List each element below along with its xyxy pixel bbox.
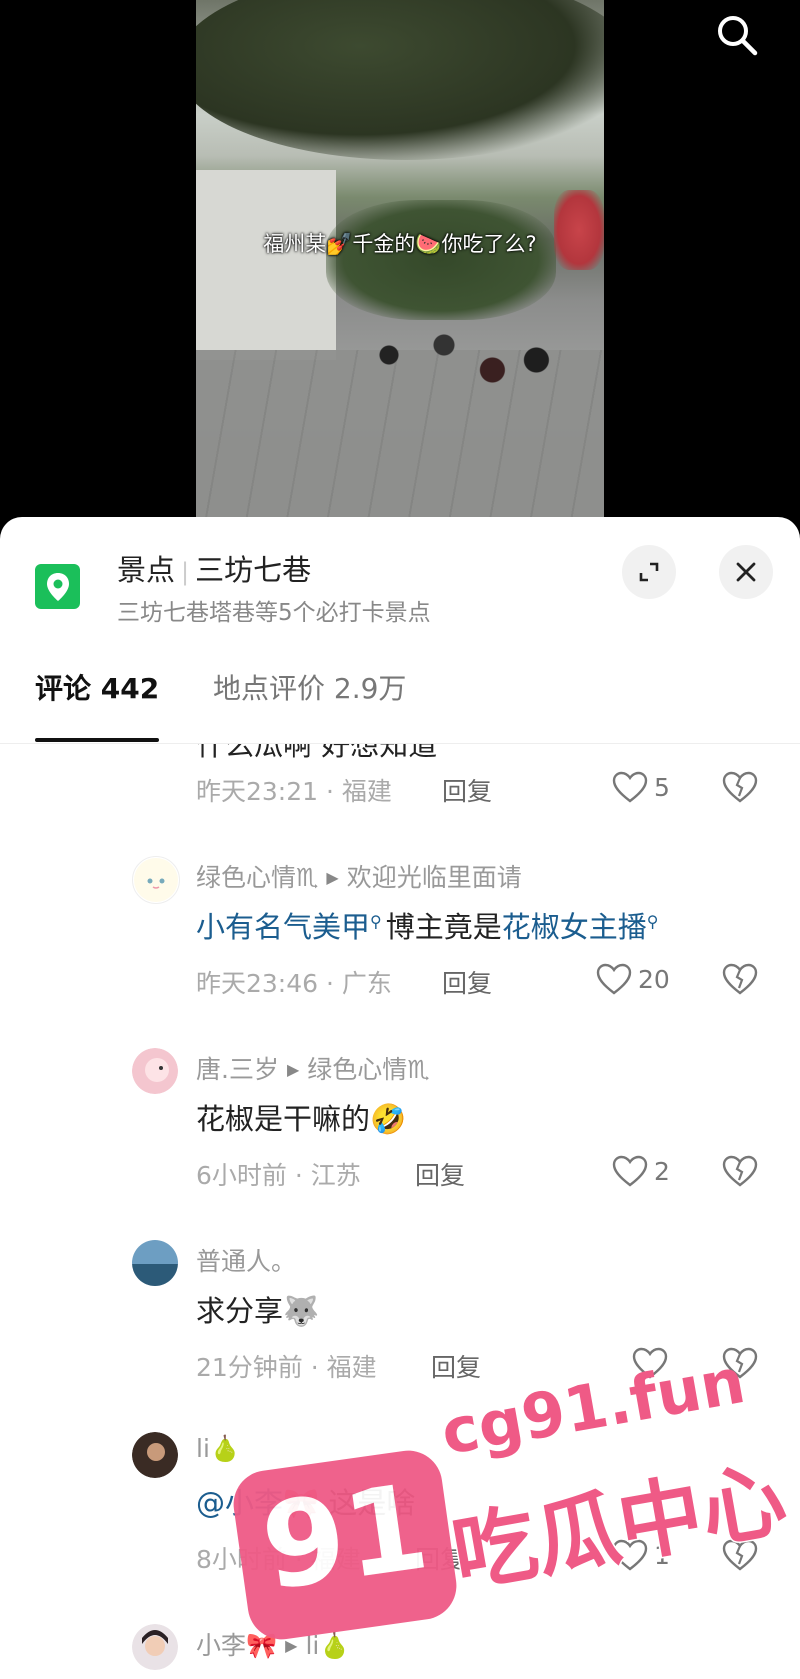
tab-comments[interactable]: 评论 442 xyxy=(35,667,159,707)
search-small-icon: ⚲ xyxy=(646,912,659,931)
reply-to-user: 绿色心情♏ xyxy=(307,1055,430,1084)
like-count: 2 xyxy=(654,1156,670,1186)
search-icon xyxy=(718,16,758,56)
active-tab-indicator xyxy=(35,738,159,742)
location-name: 三坊七巷 xyxy=(195,553,312,587)
tab-location-reviews[interactable]: 地点评价 2.9万 xyxy=(213,667,406,707)
search-keyword-link[interactable]: 小有名气美甲 xyxy=(196,910,370,944)
close-icon xyxy=(736,562,756,582)
comment-meta: 21分钟前 · 福建 xyxy=(196,1353,377,1382)
location-pin-icon xyxy=(35,564,80,609)
reply-button[interactable]: 回复 xyxy=(415,1156,465,1192)
comment-text: 小有名气美甲⚲ 博主竟是花椒女主播⚲ xyxy=(196,904,662,946)
expand-icon xyxy=(639,562,659,582)
like-button[interactable]: 1 xyxy=(612,1537,670,1573)
comment-text-segment: 这是啥 xyxy=(319,1486,416,1520)
location-category: 景点 xyxy=(117,553,176,587)
search-keyword-link[interactable]: 花椒女主播 xyxy=(502,910,647,944)
video-caption: 福州某💅千金的🍉你吃了么? xyxy=(263,232,537,256)
avatar[interactable] xyxy=(132,1048,178,1094)
heart-icon xyxy=(612,1155,648,1187)
reply-arrow-icon: ▶ xyxy=(326,868,339,887)
reply-to-user: li🍐 xyxy=(305,1631,351,1660)
location-comments-sheet: 景点 | 三坊七巷 三坊七巷塔巷等5个必打卡景点 评论 442 地点评价 2.9万 … xyxy=(0,517,800,1679)
reply-arrow-icon: ▶ xyxy=(285,1636,298,1655)
avatar[interactable] xyxy=(132,1240,178,1286)
comment-meta: 昨天23:21 · 福建 xyxy=(196,777,392,806)
location-title[interactable]: 景点 | 三坊七巷 xyxy=(117,547,311,589)
comment-username[interactable]: 绿色心情♏ ▶ 欢迎光临里面请 xyxy=(196,858,522,894)
username: 绿色心情♏ xyxy=(196,863,319,892)
avatar[interactable] xyxy=(132,856,180,904)
comment-text: 花椒是干嘛的🤣 xyxy=(196,1102,407,1136)
like-button[interactable] xyxy=(632,1345,674,1381)
comment-meta: 6小时前 · 江苏 xyxy=(196,1161,361,1190)
comment-text: 什么瓜啊 好想知道 xyxy=(196,744,438,762)
search-small-icon: ⚲ xyxy=(370,912,382,931)
comment-meta: 昨天23:46 · 广东 xyxy=(196,969,392,998)
comment-meta: 8小时前 · 福建 xyxy=(196,1545,361,1574)
broken-heart-icon[interactable] xyxy=(722,1537,758,1573)
heart-icon xyxy=(612,1539,648,1571)
heart-icon xyxy=(612,771,648,803)
heart-icon xyxy=(596,963,632,995)
comment-username[interactable]: li🍐 xyxy=(196,1434,241,1464)
broken-heart-icon[interactable] xyxy=(722,769,758,805)
username: 唐.三岁 xyxy=(196,1055,279,1084)
like-button[interactable]: 2 xyxy=(612,1153,670,1189)
expand-button[interactable] xyxy=(622,545,676,599)
like-button[interactable]: 20 xyxy=(596,961,670,997)
comment-text: 求分享🐺 xyxy=(196,1294,320,1328)
avatar[interactable] xyxy=(132,1432,178,1478)
comment-list[interactable]: 什么瓜啊 好想知道 昨天23:21 · 福建 回复 5 绿色心情♏ ▶ 欢迎光临里面… xyxy=(0,744,800,1679)
reply-button[interactable]: 回复 xyxy=(442,772,492,808)
avatar[interactable] xyxy=(132,1624,178,1670)
broken-heart-icon[interactable] xyxy=(722,961,758,997)
location-subtitle[interactable]: 三坊七巷塔巷等5个必打卡景点 xyxy=(117,593,431,627)
comment-username[interactable]: 小李🎀 ▶ li🍐 xyxy=(196,1626,350,1662)
like-count: 20 xyxy=(638,964,670,994)
comment-username[interactable]: 唐.三岁 ▶ 绿色心情♏ xyxy=(196,1050,430,1086)
username: 小李🎀 xyxy=(196,1631,278,1660)
mention-link[interactable]: @小李🎀 xyxy=(196,1486,319,1520)
comment-text-segment: 博主竟是 xyxy=(385,910,502,944)
broken-heart-icon[interactable] xyxy=(722,1153,758,1189)
reply-arrow-icon: ▶ xyxy=(286,1060,300,1079)
close-button[interactable] xyxy=(719,545,773,599)
reply-button[interactable]: 回复 xyxy=(431,1348,481,1384)
video-frame xyxy=(196,0,604,520)
reply-button[interactable]: 回复 xyxy=(442,964,492,1000)
title-separator: | xyxy=(181,558,190,586)
like-count: 1 xyxy=(654,1540,670,1570)
like-count: 5 xyxy=(654,772,670,802)
heart-icon xyxy=(632,1347,668,1379)
search-button[interactable] xyxy=(712,10,762,60)
like-button[interactable]: 5 xyxy=(612,769,670,805)
reply-button[interactable]: 回复 xyxy=(415,1540,465,1576)
reply-to-user: 欢迎光临里面请 xyxy=(346,863,522,892)
broken-heart-icon[interactable] xyxy=(722,1345,758,1381)
video-player[interactable]: 福州某💅千金的🍉你吃了么? xyxy=(0,0,800,535)
comment-username[interactable]: 普通人。 xyxy=(196,1242,296,1278)
comment-text: @小李🎀 这是啥 xyxy=(196,1480,415,1522)
